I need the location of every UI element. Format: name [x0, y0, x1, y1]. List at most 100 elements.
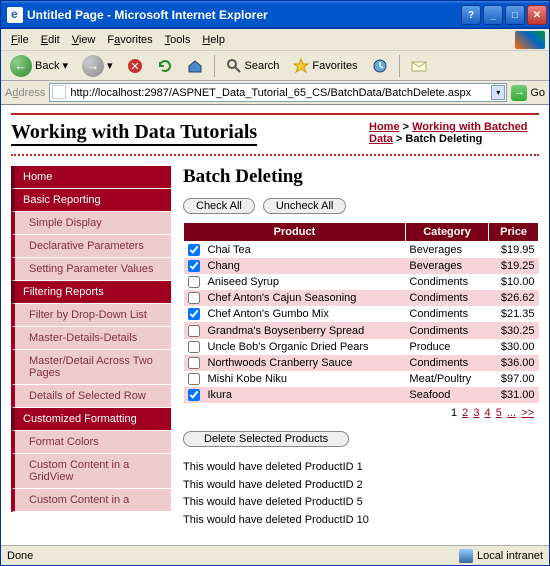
sidebar: HomeBasic ReportingSimple DisplayDeclara…: [11, 166, 171, 529]
result-line: This would have deleted ProductID 10: [183, 512, 539, 530]
row-checkbox[interactable]: [188, 389, 200, 401]
history-icon: [372, 58, 388, 74]
table-row: Chai TeaBeverages$19.95: [184, 242, 539, 259]
maximize-button[interactable]: □: [505, 5, 525, 25]
minimize-button[interactable]: _: [483, 5, 503, 25]
pager-link[interactable]: ...: [507, 407, 516, 419]
mail-button[interactable]: [406, 55, 432, 77]
sidebar-item[interactable]: Custom Content in a GridView: [11, 454, 171, 489]
row-checkbox[interactable]: [188, 276, 200, 288]
back-button[interactable]: ← Back ▾: [5, 52, 73, 80]
cell-product: Mishi Kobe Niku: [204, 371, 406, 387]
pager-link[interactable]: >>: [521, 407, 534, 419]
browser-window: Untitled Page - Microsoft Internet Explo…: [0, 0, 550, 566]
sidebar-category[interactable]: Basic Reporting: [11, 189, 171, 212]
stop-button[interactable]: ✕: [122, 55, 148, 77]
sidebar-category[interactable]: Customized Formatting: [11, 408, 171, 431]
content-area: Working with Data Tutorials Home > Worki…: [1, 105, 549, 545]
zone-label: Local intranet: [477, 550, 543, 562]
back-icon: ←: [10, 55, 32, 77]
address-bar: Address ▾ → Go: [1, 81, 549, 105]
products-grid: Product Category Price Chai TeaBeverages…: [183, 222, 539, 403]
status-text: Done: [7, 550, 33, 562]
url-input[interactable]: [49, 83, 507, 102]
menu-view[interactable]: View: [66, 32, 102, 48]
sidebar-item[interactable]: Setting Parameter Values: [11, 258, 171, 281]
sidebar-item[interactable]: Declarative Parameters: [11, 235, 171, 258]
delete-selected-button[interactable]: Delete Selected Products: [183, 431, 349, 447]
check-all-button[interactable]: Check All: [183, 198, 255, 214]
row-checkbox[interactable]: [188, 308, 200, 320]
sidebar-category[interactable]: Home: [11, 166, 171, 189]
cell-price: $19.95: [489, 242, 539, 259]
cell-product: Ikura: [204, 387, 406, 403]
row-checkbox[interactable]: [188, 244, 200, 256]
refresh-button[interactable]: [152, 55, 178, 77]
menubar: File Edit View Favorites Tools Help: [1, 29, 549, 51]
pager-link[interactable]: 3: [473, 407, 479, 419]
cell-category: Condiments: [405, 290, 488, 306]
pager: 1 2 3 4 5 ... >>: [183, 403, 539, 423]
forward-button[interactable]: → ▾: [77, 52, 118, 80]
table-row: ChangBeverages$19.25: [184, 258, 539, 274]
sidebar-item[interactable]: Details of Selected Row: [11, 385, 171, 408]
row-checkbox[interactable]: [188, 260, 200, 272]
stop-icon: ✕: [127, 58, 143, 74]
sidebar-item[interactable]: Format Colors: [11, 431, 171, 454]
window-title: Untitled Page - Microsoft Internet Explo…: [27, 8, 461, 22]
row-checkbox[interactable]: [188, 357, 200, 369]
mail-icon: [411, 58, 427, 74]
table-row: Chef Anton's Cajun SeasoningCondiments$2…: [184, 290, 539, 306]
row-checkbox[interactable]: [188, 341, 200, 353]
table-row: Northwoods Cranberry SauceCondiments$36.…: [184, 355, 539, 371]
back-label: Back: [35, 60, 59, 72]
url-wrapper: ▾: [49, 83, 507, 102]
menu-file[interactable]: File: [5, 32, 35, 48]
help-button[interactable]: ?: [461, 5, 481, 25]
row-checkbox[interactable]: [188, 373, 200, 385]
layout: HomeBasic ReportingSimple DisplayDeclara…: [11, 166, 539, 529]
go-button[interactable]: → Go: [511, 85, 545, 101]
row-checkbox[interactable]: [188, 325, 200, 337]
cell-price: $36.00: [489, 355, 539, 371]
sidebar-item[interactable]: Simple Display: [11, 212, 171, 235]
table-row: Mishi Kobe NikuMeat/Poultry$97.00: [184, 371, 539, 387]
svg-text:✕: ✕: [130, 61, 139, 73]
cell-product: Aniseed Syrup: [204, 274, 406, 290]
separator: [399, 55, 400, 77]
cell-category: Condiments: [405, 322, 488, 338]
col-price: Price: [489, 223, 539, 242]
pager-link[interactable]: 5: [496, 407, 502, 419]
sidebar-item[interactable]: Master/Detail Across Two Pages: [11, 350, 171, 385]
page-heading: Batch Deleting: [183, 166, 539, 188]
chevron-down-icon: ▾: [107, 59, 113, 72]
pager-current: 1: [451, 407, 457, 419]
menu-edit[interactable]: Edit: [35, 32, 66, 48]
history-button[interactable]: [367, 55, 393, 77]
cell-category: Condiments: [405, 274, 488, 290]
menu-tools[interactable]: Tools: [159, 32, 197, 48]
sidebar-item[interactable]: Master-Details-Details: [11, 327, 171, 350]
cell-category: Beverages: [405, 242, 488, 259]
uncheck-all-button[interactable]: Uncheck All: [263, 198, 346, 214]
row-checkbox[interactable]: [188, 292, 200, 304]
favorites-button[interactable]: Favorites: [288, 55, 362, 77]
sidebar-item[interactable]: Custom Content in a: [11, 489, 171, 512]
cell-product: Chef Anton's Cajun Seasoning: [204, 290, 406, 306]
cell-price: $21.35: [489, 306, 539, 322]
menu-help[interactable]: Help: [196, 32, 231, 48]
cell-product: Northwoods Cranberry Sauce: [204, 355, 406, 371]
sidebar-category[interactable]: Filtering Reports: [11, 281, 171, 304]
cell-price: $31.00: [489, 387, 539, 403]
menu-favorites[interactable]: Favorites: [101, 32, 158, 48]
go-label: Go: [530, 87, 545, 99]
pager-link[interactable]: 4: [485, 407, 491, 419]
close-button[interactable]: ✕: [527, 5, 547, 25]
sidebar-item[interactable]: Filter by Drop-Down List: [11, 304, 171, 327]
home-button[interactable]: [182, 55, 208, 77]
search-button[interactable]: Search: [221, 55, 285, 77]
pager-link[interactable]: 2: [462, 407, 468, 419]
table-row: Chef Anton's Gumbo MixCondiments$21.35: [184, 306, 539, 322]
breadcrumb-home[interactable]: Home: [369, 121, 400, 133]
url-dropdown-icon[interactable]: ▾: [491, 85, 505, 100]
